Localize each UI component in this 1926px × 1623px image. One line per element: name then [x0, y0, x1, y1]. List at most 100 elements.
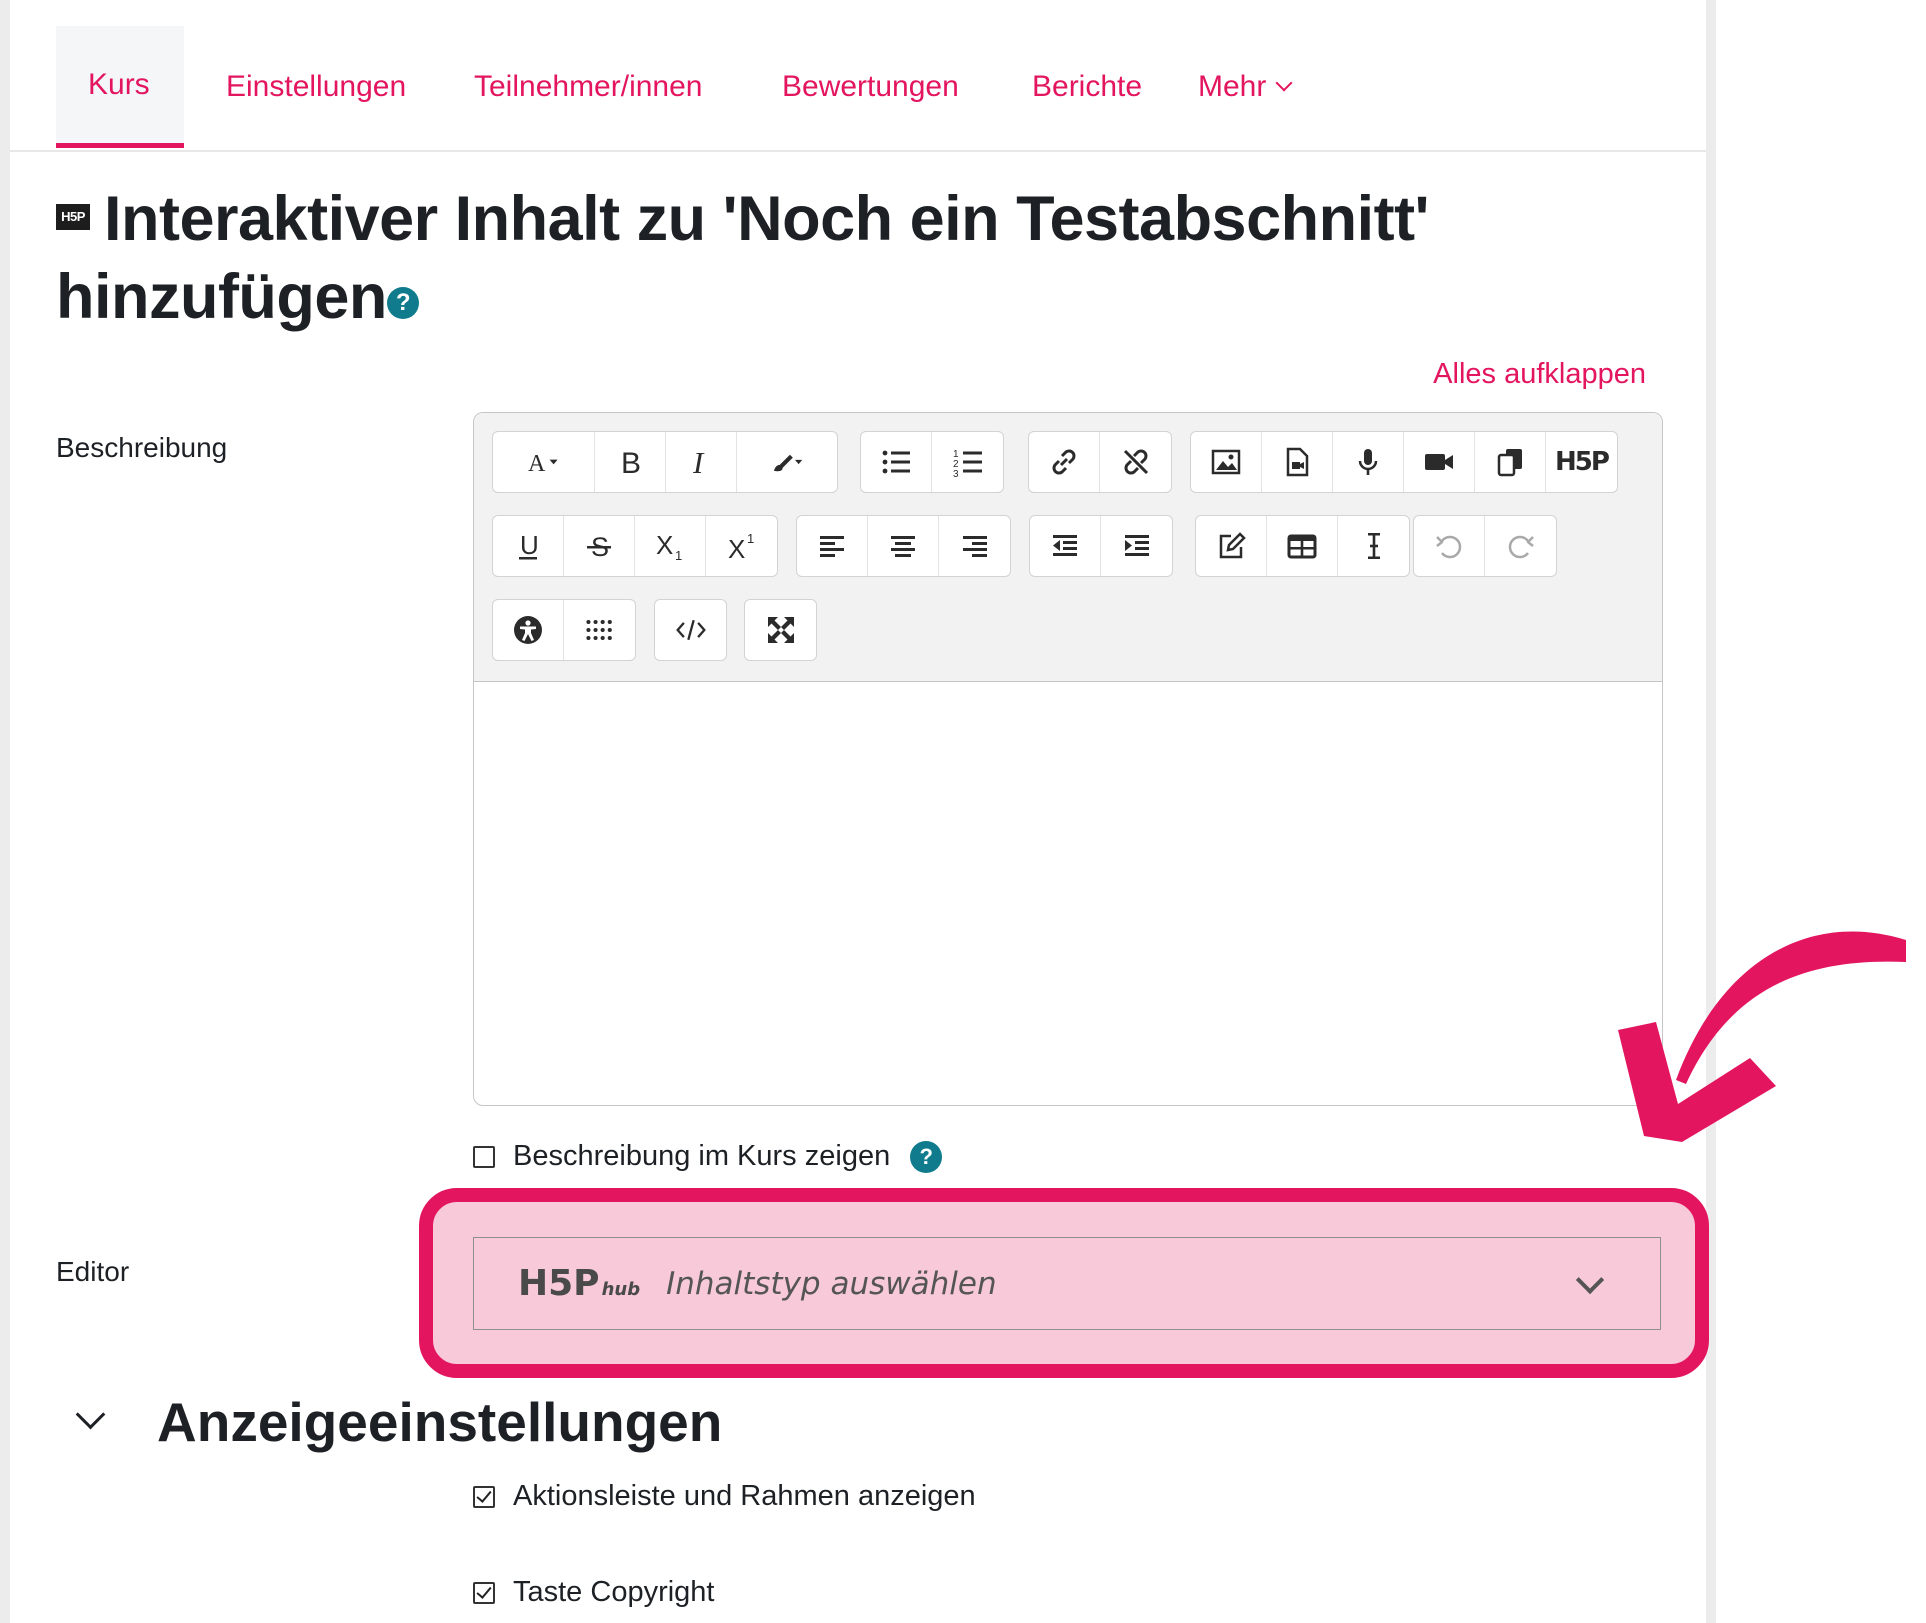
tab-bewertungen[interactable]: Bewertungen [750, 26, 991, 148]
paint-brush-icon[interactable] [737, 432, 837, 492]
checkbox-label: Aktionsleiste und Rahmen anzeigen [513, 1480, 976, 1512]
media-file-icon[interactable] [1262, 432, 1333, 492]
svg-text:A: A [528, 451, 546, 477]
checkbox-box[interactable] [473, 1145, 495, 1168]
tab-teilnehmer[interactable]: Teilnehmer/innen [442, 26, 734, 148]
accessibility-icon[interactable] [493, 600, 564, 660]
tab-label: Kurs [88, 67, 150, 101]
bold-icon[interactable]: B [595, 432, 666, 492]
help-icon[interactable]: ? [910, 1140, 943, 1173]
help-icon[interactable]: ? [386, 287, 419, 320]
tab-einstellungen[interactable]: Einstellungen [194, 26, 438, 148]
chevron-down-icon [75, 1399, 106, 1429]
toolbar-group-font: A B I [492, 431, 838, 493]
align-center-icon[interactable] [868, 516, 939, 576]
svg-text:I: I [692, 446, 705, 478]
link-icon[interactable] [1029, 432, 1100, 492]
annotation-arrow-icon [1618, 931, 1906, 1142]
strikethrough-icon[interactable]: S [564, 516, 635, 576]
edit-icon[interactable] [1196, 516, 1267, 576]
svg-text:3: 3 [953, 469, 959, 478]
toolbar-group-lists: 123 [860, 431, 1004, 493]
text-cursor-icon[interactable] [1338, 516, 1409, 576]
copy-icon[interactable] [1475, 432, 1546, 492]
align-right-icon[interactable] [939, 516, 1010, 576]
copyright-button-checkbox[interactable]: Taste Copyright [473, 1576, 715, 1609]
toolbar-group-tools [1195, 515, 1410, 577]
toolbar-group-extra [492, 599, 636, 661]
page-title: H5P Interaktiver Inhalt zu 'Noch ein Test… [56, 180, 1596, 336]
fullscreen-icon[interactable] [745, 600, 816, 660]
svg-text:1: 1 [675, 548, 682, 562]
microphone-icon[interactable] [1333, 432, 1404, 492]
hub-placeholder: Inhaltstyp auswählen [666, 1265, 997, 1302]
hub-logo-text: H5P [518, 1263, 600, 1304]
chevron-down-icon [1575, 1265, 1605, 1295]
checkbox-box[interactable] [473, 1581, 495, 1604]
description-editor: A B I 123 H5P U S X 1 X 1 [473, 412, 1663, 1106]
section-heading: Anzeigeeinstellungen [157, 1391, 723, 1453]
h5p-hub-logo: H5P hub [518, 1263, 640, 1304]
expand-all-link[interactable]: Alles aufklappen [1433, 358, 1646, 391]
image-icon[interactable] [1191, 432, 1262, 492]
toolbar-group-text-style: U S X1 X1 [492, 515, 778, 577]
toolbar-group-indent [1029, 515, 1173, 577]
table-icon[interactable] [1267, 516, 1338, 576]
h5p-icon[interactable]: H5P [1546, 432, 1617, 492]
unordered-list-icon[interactable] [861, 432, 932, 492]
code-icon[interactable] [655, 600, 726, 660]
editor-label: Editor [56, 1256, 130, 1287]
editor-content-area[interactable] [474, 683, 1662, 1103]
h5p-activity-icon: H5P [56, 204, 90, 231]
page-margin [1716, 0, 1926, 1623]
tab-label: Berichte [1032, 70, 1143, 103]
undo-icon[interactable] [1414, 516, 1485, 576]
tab-label: Bewertungen [782, 70, 959, 103]
display-settings-header[interactable]: Anzeigeeinstellungen [70, 1390, 722, 1454]
chevron-down-icon [1275, 74, 1293, 92]
description-label: Beschreibung [56, 432, 228, 463]
tab-label: Mehr [1198, 70, 1267, 103]
h5p-hub-content-type-select[interactable]: H5P hub Inhaltstyp auswählen [473, 1237, 1661, 1330]
toolbar-group-fullscreen [744, 599, 817, 661]
page-title-text: Interaktiver Inhalt zu 'Noch ein Testabs… [56, 184, 1430, 332]
svg-text:B: B [621, 447, 641, 478]
svg-text:1: 1 [747, 531, 754, 546]
hub-logo-suffix: hub [601, 1279, 641, 1300]
svg-text:U: U [520, 530, 539, 560]
toolbar-group-media: H5P [1190, 431, 1618, 493]
checkbox-box[interactable] [473, 1485, 495, 1508]
underline-icon[interactable]: U [493, 516, 564, 576]
special-chars-icon[interactable] [564, 600, 635, 660]
checkbox-label: Taste Copyright [513, 1576, 715, 1608]
outdent-icon[interactable] [1030, 516, 1101, 576]
subscript-icon[interactable]: X1 [635, 516, 706, 576]
display-options-checkbox[interactable]: Aktionsleiste und Rahmen anzeigen [473, 1480, 976, 1513]
toolbar-group-history [1413, 515, 1557, 577]
show-description-checkbox[interactable]: Beschreibung im Kurs zeigen ? [473, 1140, 943, 1173]
page-frame-right [1706, 0, 1716, 1623]
checkbox-label: Beschreibung im Kurs zeigen [513, 1140, 891, 1172]
editor-toolbar: A B I 123 H5P U S X 1 X 1 [474, 413, 1662, 682]
font-icon[interactable]: A [493, 432, 595, 492]
italic-icon[interactable]: I [666, 432, 737, 492]
ordered-list-icon[interactable]: 123 [932, 432, 1003, 492]
h5p-button-text: H5P [1555, 447, 1610, 477]
tab-mehr[interactable]: Mehr [1166, 26, 1322, 148]
redo-icon[interactable] [1485, 516, 1556, 576]
toolbar-group-code [654, 599, 727, 661]
tab-label: Einstellungen [226, 70, 407, 103]
page-frame-left [0, 0, 10, 1623]
indent-icon[interactable] [1101, 516, 1172, 576]
unlink-icon[interactable] [1100, 432, 1171, 492]
toolbar-group-links [1028, 431, 1172, 493]
align-left-icon[interactable] [797, 516, 868, 576]
svg-text:X: X [656, 530, 673, 560]
tab-berichte[interactable]: Berichte [1000, 26, 1174, 148]
svg-text:X: X [728, 534, 745, 562]
superscript-icon[interactable]: X1 [706, 516, 777, 576]
video-icon[interactable] [1404, 432, 1475, 492]
course-tabs: Kurs Einstellungen Teilnehmer/innen Bewe… [10, 0, 1706, 152]
toolbar-group-align [796, 515, 1011, 577]
tab-kurs[interactable]: Kurs [56, 26, 184, 148]
